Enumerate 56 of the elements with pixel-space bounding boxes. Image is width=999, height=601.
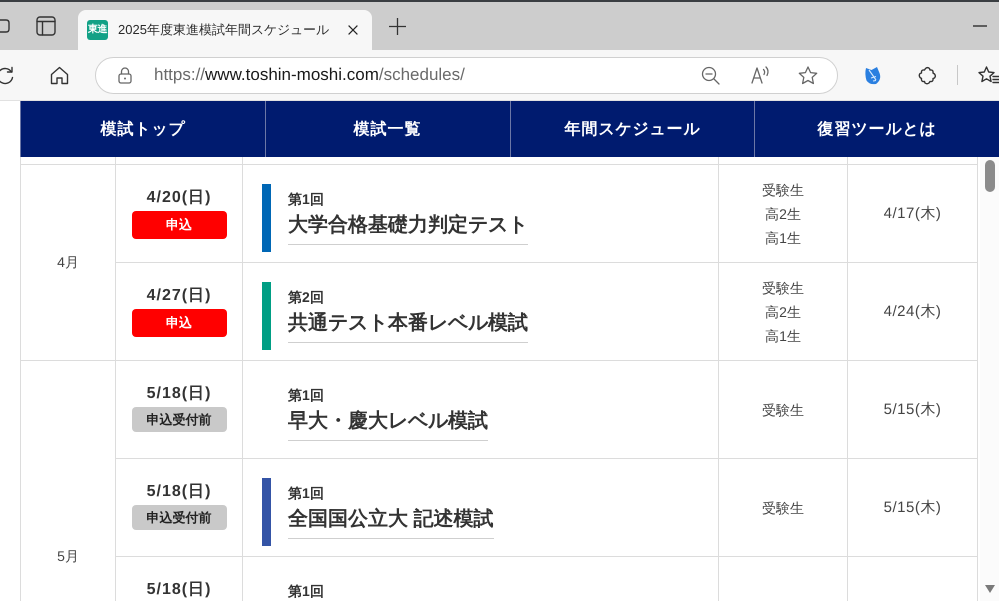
refresh-icon[interactable] [0, 66, 15, 84]
deadline-date: 5/15(木) [884, 498, 942, 517]
star-icon[interactable] [798, 66, 818, 84]
grade-label: 受験生 [762, 278, 804, 298]
plus-icon[interactable] [389, 18, 406, 34]
round-label: 第1回 [288, 190, 324, 208]
read-aloud-icon[interactable] [751, 66, 771, 84]
exam-date: 5/18(日) [146, 385, 212, 403]
exam-date: 5/18(日) [146, 581, 212, 599]
panel-layout-icon[interactable] [36, 16, 56, 36]
site-favicon: 東進 [87, 20, 108, 40]
zoom-out-icon[interactable] [701, 66, 720, 84]
puzzle-icon[interactable] [918, 66, 937, 84]
deadline-date: 4/17(木) [884, 204, 942, 223]
exam-title-link[interactable]: 共通テスト本番レベル模試 [288, 309, 528, 343]
nav-link[interactable]: 復習ツールとは [818, 118, 937, 140]
nav-link[interactable]: 模試一覧 [354, 118, 422, 140]
home-icon[interactable] [50, 66, 69, 84]
grade-label: 高1生 [765, 228, 801, 248]
minimize-icon[interactable] [973, 25, 987, 27]
scrollbar-thumb[interactable] [984, 160, 994, 192]
exam-title-link[interactable]: 早大・慶大レベル模試 [288, 407, 488, 441]
round-label: 第1回 [288, 484, 324, 502]
round-label: 第1回 [288, 386, 324, 404]
grade-label: 受験生 [762, 498, 804, 518]
close-icon[interactable] [348, 25, 358, 35]
url-text[interactable]: https://www.toshin-moshi.com/schedules/ [154, 65, 465, 85]
apply-button[interactable]: 申込 [132, 211, 226, 239]
nav-link[interactable]: 年間スケジュール [564, 118, 700, 140]
grade-label: 高2生 [765, 204, 801, 224]
round-label: 第2回 [288, 288, 324, 306]
grade-label: 高1生 [765, 326, 801, 346]
exam-date: 4/20(日) [146, 189, 212, 207]
apply-button[interactable]: 申込 [132, 309, 226, 337]
grade-label: 高2生 [765, 302, 801, 322]
address-bar[interactable]: https://www.toshin-moshi.com/schedules/ [95, 56, 838, 94]
status-badge: 申込受付前 [132, 505, 226, 530]
month-label: 5月 [57, 548, 79, 566]
status-badge: 申込受付前 [132, 407, 226, 432]
tab-title[interactable]: 2025年度東進模試年間スケジュール [118, 21, 329, 39]
scroll-down-arrow-icon[interactable] [984, 585, 994, 593]
lock-icon [118, 66, 132, 84]
exam-title-link[interactable]: 全国国公立大 記述模試 [288, 505, 494, 539]
exam-date: 5/18(日) [146, 483, 212, 501]
exam-date: 4/27(日) [146, 287, 212, 305]
grade-label: 受験生 [762, 400, 804, 420]
nav-link[interactable]: 模試トップ [100, 118, 186, 140]
favorites-icon[interactable] [978, 66, 999, 84]
exam-title-link[interactable]: 大学合格基礎力判定テスト [288, 211, 528, 245]
deadline-date: 5/15(木) [884, 400, 942, 419]
round-label: 第1回 [288, 582, 324, 600]
grade-label: 受験生 [762, 180, 804, 200]
active-tab[interactable]: 東進 2025年度東進模試年間スケジュール [78, 10, 372, 50]
extension-icon[interactable] [864, 66, 882, 84]
deadline-date: 4/24(木) [884, 302, 942, 321]
month-label: 4月 [57, 254, 79, 272]
